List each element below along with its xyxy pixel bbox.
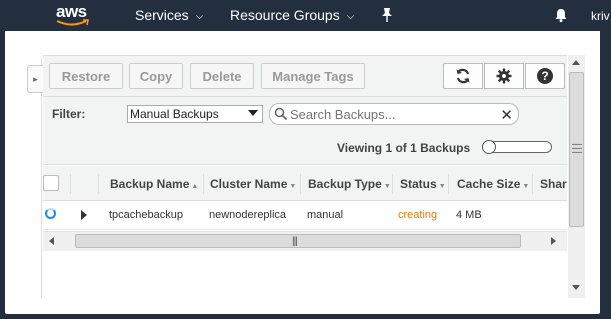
clear-search-icon[interactable]: ✕: [500, 106, 513, 124]
dropdown-arrow-icon: [248, 110, 258, 116]
grip-icon: — — —: [572, 139, 582, 158]
cell-cache-size: 4 MB: [456, 209, 482, 221]
column-header-backup-name[interactable]: Backup Name ▲: [110, 177, 198, 191]
sort-icon: ▼: [289, 183, 297, 190]
scroll-down-icon[interactable]: [572, 285, 580, 290]
column-header-label: Backup Type: [308, 177, 382, 191]
restore-button[interactable]: Restore: [49, 63, 123, 89]
select-all-checkbox[interactable]: [43, 175, 59, 191]
services-label: Services: [135, 7, 189, 23]
search-input[interactable]: [290, 106, 490, 122]
search-box: ✕: [269, 103, 519, 125]
aws-smile-icon: [56, 19, 89, 26]
column-divider: [448, 174, 449, 194]
cell-status: creating: [398, 209, 438, 221]
filter-label: Filter:: [52, 107, 86, 121]
loading-spinner-icon: [45, 208, 56, 219]
refresh-icon: [456, 68, 470, 84]
vertical-scrollbar[interactable]: — — —: [568, 55, 585, 298]
table-row[interactable]: tpcachebackup newnodereplica manual crea…: [43, 201, 567, 230]
column-header-cluster-name[interactable]: Cluster Name ▼: [210, 177, 296, 191]
vertical-scroll-thumb[interactable]: — — —: [569, 72, 584, 227]
settings-button[interactable]: [484, 63, 524, 89]
cell-backup-name: tpcachebackup: [109, 209, 183, 221]
copy-button[interactable]: Copy: [129, 63, 183, 89]
scroll-up-icon[interactable]: [572, 60, 580, 65]
top-nav: aws Services ⌵ Resource Groups ⌵ kriv: [0, 0, 611, 31]
page-footer-bar: [0, 314, 611, 319]
bell-icon[interactable]: [554, 7, 568, 23]
sort-icon: ▼: [383, 183, 391, 190]
viewing-count: Viewing 1 of 1 Backups: [337, 141, 471, 155]
column-header-label: Shar: [540, 177, 567, 191]
page-size-slider[interactable]: [482, 140, 552, 154]
sort-asc-icon: ▲: [191, 183, 199, 190]
column-divider: [98, 174, 99, 194]
column-divider: [392, 174, 393, 194]
pagination-row: Viewing 1 of 1 Backups: [43, 131, 567, 165]
chevron-down-icon: ⌵: [195, 10, 204, 22]
filter-selected-value: Manual Backups: [130, 107, 219, 121]
horizontal-scroll-thumb[interactable]: |||: [75, 234, 521, 248]
slider-knob[interactable]: [482, 140, 496, 154]
column-divider: [532, 174, 533, 194]
filter-row: Filter: Manual Backups ✕: [43, 97, 567, 131]
column-header-label: Status: [400, 177, 437, 191]
column-header-cache-size[interactable]: Cache Size ▼: [457, 177, 529, 191]
sort-icon: ▼: [522, 183, 530, 190]
sort-icon: ▼: [438, 183, 446, 190]
help-icon: ?: [537, 68, 553, 84]
column-divider: [70, 174, 71, 194]
delete-button[interactable]: Delete: [190, 63, 254, 89]
column-divider: [203, 174, 204, 194]
scroll-left-icon[interactable]: [49, 237, 54, 245]
table-header: Backup Name ▲ Cluster Name ▼ Backup Type ▼ …: [43, 166, 567, 201]
gear-icon: [496, 68, 512, 84]
chevron-right-icon: ▸: [33, 73, 38, 84]
filter-select[interactable]: Manual Backups: [127, 105, 263, 123]
toolbar: Restore Copy Delete Manage Tags ?: [43, 55, 567, 97]
refresh-button[interactable]: [443, 63, 483, 89]
scroll-right-icon[interactable]: [551, 237, 556, 245]
help-button[interactable]: ?: [525, 63, 565, 89]
search-icon: [274, 107, 288, 121]
cell-backup-type: manual: [307, 209, 344, 221]
resource-groups-label: Resource Groups: [230, 7, 340, 23]
manage-tags-button[interactable]: Manage Tags: [261, 63, 365, 89]
column-header-label: Backup Name: [110, 177, 190, 191]
left-rail: [22, 58, 42, 298]
resource-groups-menu[interactable]: Resource Groups ⌵: [230, 7, 354, 23]
grip-icon: |||: [292, 236, 298, 247]
horizontal-scrollbar[interactable]: |||: [43, 231, 567, 251]
column-header-shard[interactable]: Shar: [540, 177, 567, 191]
user-menu[interactable]: kriv: [591, 9, 610, 23]
column-header-label: Cache Size: [457, 177, 521, 191]
column-header-backup-type[interactable]: Backup Type ▼: [308, 177, 391, 191]
services-menu[interactable]: Services ⌵: [135, 7, 203, 23]
chevron-down-icon: ⌵: [346, 10, 355, 22]
column-header-label: Cluster Name: [210, 177, 288, 191]
cell-cluster-name: newnodereplica: [209, 209, 287, 221]
pin-icon[interactable]: [380, 7, 394, 23]
expand-sidebar-button[interactable]: ▸: [27, 65, 43, 93]
column-divider: [300, 174, 301, 194]
expand-row-icon[interactable]: [81, 210, 87, 220]
column-header-status[interactable]: Status ▼: [400, 177, 446, 191]
aws-logo[interactable]: aws: [56, 2, 92, 28]
